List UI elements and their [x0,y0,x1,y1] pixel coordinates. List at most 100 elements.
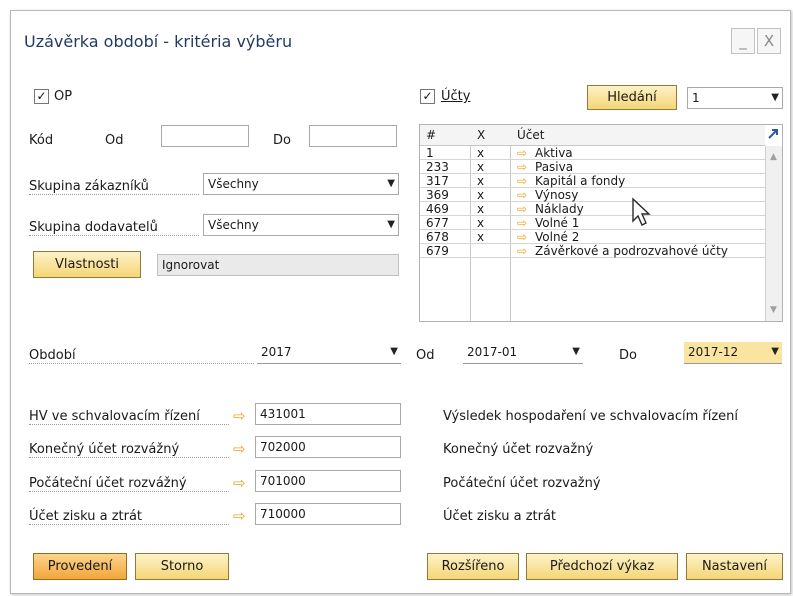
extended-button[interactable]: Rozšířeno [427,553,519,580]
table-row[interactable]: 677 x ⇨ Volné 1 [420,217,765,230]
link-arrow-icon[interactable]: ⇨ [233,508,246,524]
account-input[interactable]: 431001 [255,403,401,425]
link-arrow-icon[interactable]: ⇨ [517,203,535,216]
period-from-select[interactable]: 2017-01 ▼ [463,342,583,364]
chevron-down-icon: ▼ [771,346,779,357]
customer-group-label: Skupina zákazníků [29,179,149,194]
link-arrow-icon[interactable]: ⇨ [517,161,535,174]
customer-group-value: Všechny [208,177,259,191]
row-account: ⇨ Výnosy [517,188,579,202]
chevron-down-icon: ▼ [387,219,395,230]
row-number: 677 [426,216,449,230]
grid-scrollbar[interactable]: ▲ ▼ [765,146,782,321]
accounts-grid[interactable]: # X Účet 1 x ⇨ Aktiva 233 x ⇨ Pasiva 317 x… [419,124,783,322]
account-description: Výsledek hospodaření ve schvalovacím říz… [443,409,739,424]
previous-report-button[interactable]: Předchozí výkaz [526,553,678,580]
account-label: Počáteční účet rozvážný [29,476,187,491]
table-row[interactable]: 369 x ⇨ Výnosy [420,189,765,202]
code-to-input[interactable] [309,125,397,147]
settings-button[interactable]: Nastavení [686,553,783,580]
account-underline [29,524,229,525]
settings-button-label: Nastavení [701,559,768,574]
properties-button-label: Vlastnosti [54,257,120,272]
period-from-value: 2017-01 [467,345,518,359]
table-row[interactable]: 679 ⇨ Závěrkové a podrozvahové účty [420,245,765,258]
link-arrow-icon[interactable]: ⇨ [517,175,535,188]
account-input[interactable]: 701000 [255,470,401,492]
op-checkbox[interactable]: ✓ [34,89,49,104]
link-arrow-icon[interactable]: ⇨ [233,441,246,457]
grid-header-x: X [477,128,486,142]
table-row[interactable]: 1 x ⇨ Aktiva [420,147,765,160]
account-description: Účet zisku a ztrát [443,509,557,524]
row-account: ⇨ Volné 2 [517,230,580,244]
properties-button[interactable]: Vlastnosti [33,251,141,278]
row-x: x [477,160,485,174]
link-arrow-icon[interactable]: ⇨ [233,475,246,491]
vendor-group-select[interactable]: Všechny ▼ [203,214,399,236]
account-input[interactable]: 710000 [255,503,401,525]
search-select[interactable]: 1 ▼ [687,87,783,109]
chevron-down-icon: ▼ [387,178,395,189]
code-to-label: Do [273,133,291,148]
vendor-group-underline [29,235,199,236]
link-arrow-icon[interactable]: ⇨ [517,231,535,244]
account-description: Počáteční účet rozvažný [443,476,601,491]
title-bar: Uzávěrka období - kritéria výběru _ X [11,11,790,65]
account-label: Konečný účet rozvážný [29,442,180,457]
grid-header-number: # [426,128,437,142]
cancel-button-label: Storno [160,559,204,574]
scroll-up-icon[interactable]: ▲ [770,152,777,162]
customer-group-select[interactable]: Všechny ▼ [203,173,399,195]
row-number: 369 [426,188,449,202]
chevron-down-icon: ▼ [771,92,779,103]
link-arrow-icon[interactable]: ⇨ [517,217,535,230]
period-label: Období [29,348,76,363]
code-from-label: Od [105,133,124,148]
account-label: HV ve schvalovacím řízení [29,409,200,424]
table-row[interactable]: 678 x ⇨ Volné 2 [420,231,765,244]
period-select[interactable]: 2017 ▼ [257,342,401,364]
period-to-label: Do [619,348,637,363]
row-account: ⇨ Pasiva [517,160,574,174]
code-from-input[interactable] [161,125,249,147]
minimize-button[interactable]: _ [731,28,755,54]
search-value: 1 [692,91,700,105]
execute-button[interactable]: Provedení [33,553,127,580]
table-row[interactable]: 469 x ⇨ Náklady [420,203,765,216]
ucty-checkbox[interactable]: ✓ [420,89,435,104]
row-number: 678 [426,230,449,244]
cancel-button[interactable]: Storno [135,553,229,580]
ucty-label: Účty [441,89,471,104]
expand-icon[interactable] [766,127,780,141]
link-arrow-icon[interactable]: ⇨ [517,189,535,202]
row-account: ⇨ Závěrkové a podrozvahové účty [517,244,728,258]
properties-value: Ignorovat [157,254,399,276]
row-account: ⇨ Volné 1 [517,216,580,230]
close-button[interactable]: X [757,28,781,54]
search-button-label: Hledání [607,90,657,105]
grid-header-account: Účet [517,128,545,142]
closing-period-dialog: Uzávěrka období - kritéria výběru _ X ✓ … [10,10,791,594]
link-arrow-icon[interactable]: ⇨ [517,245,535,258]
period-to-select[interactable]: 2017-12 ▼ [684,342,782,364]
row-account: ⇨ Kapitál a fondy [517,174,626,188]
row-x: x [477,188,485,202]
account-underline [29,491,229,492]
row-x: x [477,174,485,188]
search-button[interactable]: Hledání [587,85,677,110]
row-number: 233 [426,160,449,174]
row-x: x [477,216,485,230]
customer-group-underline [29,194,199,195]
table-row[interactable]: 233 x ⇨ Pasiva [420,161,765,174]
op-label: OP [54,89,73,104]
row-x: x [477,202,485,216]
vendor-group-value: Všechny [208,218,259,232]
scroll-down-icon[interactable]: ▼ [770,305,777,315]
link-arrow-icon[interactable]: ⇨ [517,147,535,160]
account-input[interactable]: 702000 [255,436,401,458]
link-arrow-icon[interactable]: ⇨ [233,408,246,424]
table-row[interactable]: 317 x ⇨ Kapitál a fondy [420,175,765,188]
window-title: Uzávěrka období - kritéria výběru [24,32,293,51]
code-label: Kód [29,133,54,148]
